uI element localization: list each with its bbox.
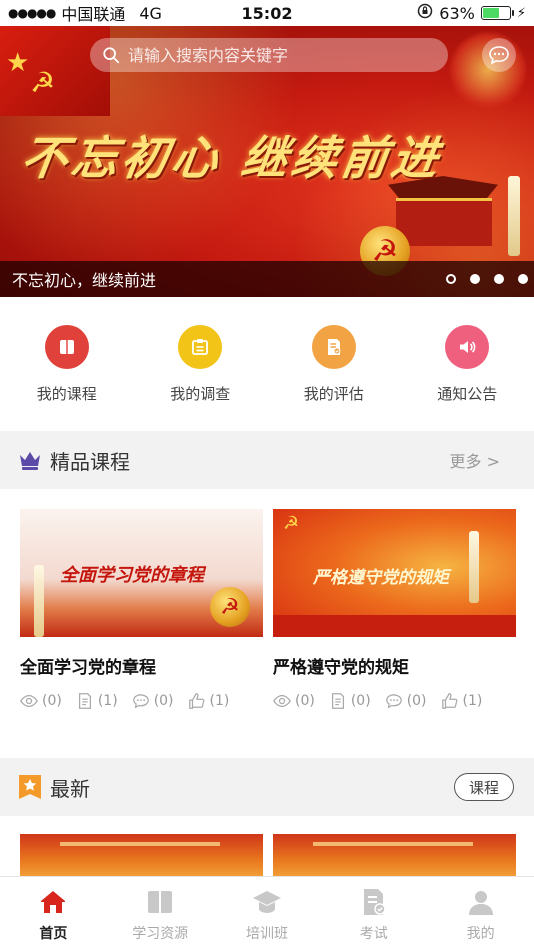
note-count-value: (0) bbox=[350, 693, 371, 709]
tab-label: 首页 bbox=[39, 926, 68, 942]
hammer-sickle-icon: ☭ bbox=[30, 66, 56, 99]
featured-section-header: 精品课程 更多 > bbox=[0, 431, 534, 489]
note-count-value: (1) bbox=[97, 693, 118, 709]
status-right: 63% ⚡ bbox=[417, 3, 526, 23]
book-icon bbox=[44, 325, 89, 369]
course-card[interactable]: 全面学习党的章程 ☭ 全面学习党的章程 (0) (1) (0) (1) bbox=[20, 509, 263, 710]
orientation-lock-icon bbox=[417, 3, 433, 23]
tab-label: 学习资源 bbox=[132, 926, 189, 942]
message-button[interactable] bbox=[482, 38, 516, 72]
carousel-dot[interactable] bbox=[518, 274, 528, 284]
carousel-dot[interactable] bbox=[446, 274, 456, 284]
latest-section-header: 最新 课程 bbox=[0, 758, 534, 816]
party-emblem-badge: ☭ bbox=[210, 587, 250, 627]
like-count-value: (1) bbox=[209, 693, 230, 709]
note-count: (1) bbox=[76, 692, 118, 710]
section-title: 最新 bbox=[50, 776, 90, 801]
thumbnail-title: 全面学习党的章程 bbox=[60, 565, 204, 586]
like-count: (1) bbox=[188, 692, 230, 710]
carousel-dot[interactable] bbox=[494, 274, 504, 284]
course-card[interactable]: ☭ 严格遵守党的规矩 严格遵守党的规矩 (0) (0) (0) (1) bbox=[273, 509, 516, 710]
thumbs-up-icon bbox=[441, 693, 457, 709]
quick-label: 我的课程 bbox=[36, 385, 97, 403]
speaker-icon bbox=[445, 325, 490, 369]
battery-icon bbox=[480, 6, 514, 20]
comment-count: (0) bbox=[385, 692, 427, 710]
category-filter-button[interactable]: 课程 bbox=[453, 773, 514, 801]
course-title: 全面学习党的章程 bbox=[20, 658, 156, 678]
assessment-icon bbox=[311, 325, 356, 369]
note-count: (0) bbox=[329, 692, 371, 710]
chat-bubble-icon bbox=[489, 46, 509, 65]
tab-exam[interactable]: 考试 bbox=[320, 877, 427, 950]
note-icon bbox=[331, 693, 344, 709]
tab-label: 考试 bbox=[359, 926, 388, 942]
comment-count: (0) bbox=[132, 692, 174, 710]
carousel-dot[interactable] bbox=[470, 274, 480, 284]
course-title: 严格遵守党的规矩 bbox=[273, 658, 409, 678]
view-count: (0) bbox=[273, 692, 315, 710]
clipboard-icon bbox=[178, 325, 223, 369]
eye-icon bbox=[273, 694, 291, 708]
like-count: (1) bbox=[441, 692, 483, 710]
tab-home[interactable]: 首页 bbox=[0, 877, 107, 950]
note-icon bbox=[78, 693, 91, 709]
graduation-cap-icon bbox=[252, 891, 281, 913]
latest-course-thumbnail[interactable] bbox=[20, 834, 263, 878]
carousel-indicators[interactable] bbox=[446, 274, 528, 284]
tab-learning-resources[interactable]: 学习资源 bbox=[107, 877, 214, 950]
tab-label: 我的 bbox=[466, 926, 495, 942]
quick-label: 我的调查 bbox=[170, 385, 231, 403]
view-count-value: (0) bbox=[42, 693, 62, 709]
star-badge-icon bbox=[19, 775, 41, 799]
tab-training[interactable]: 培训班 bbox=[214, 877, 321, 950]
tab-label: 培训班 bbox=[245, 926, 288, 942]
hammer-sickle-icon: ☭ bbox=[283, 513, 300, 534]
quick-item-my-courses[interactable]: 我的课程 bbox=[0, 297, 134, 431]
quick-item-my-assessments[interactable]: 我的评估 bbox=[267, 297, 401, 431]
banner-carousel[interactable]: ★ ☭ 不忘初心 继续前进 ☭ 不忘初心，继续前进 bbox=[0, 26, 534, 297]
quick-label: 通知公告 bbox=[437, 385, 498, 403]
quick-menu: 我的课程 我的调查 我的评估 通知公告 bbox=[0, 297, 534, 431]
thumbnail-title: 严格遵守党的规矩 bbox=[313, 568, 449, 588]
banner-caption-bar: 不忘初心，继续前进 bbox=[0, 261, 534, 297]
view-count-value: (0) bbox=[295, 693, 315, 709]
latest-course-thumbnail[interactable] bbox=[273, 834, 516, 878]
banner-slogan: 不忘初心 继续前进 bbox=[17, 131, 446, 185]
book-open-icon bbox=[148, 891, 173, 913]
course-thumbnail: 全面学习党的章程 ☭ bbox=[20, 509, 263, 637]
star-icon: ★ bbox=[6, 48, 30, 78]
bottom-tab-bar: 首页 学习资源 培训班 考试 我的 bbox=[0, 876, 534, 950]
comment-icon bbox=[132, 694, 149, 709]
eye-icon bbox=[20, 694, 38, 708]
search-bar[interactable] bbox=[90, 38, 448, 72]
crown-icon bbox=[20, 452, 40, 470]
quick-item-announcements[interactable]: 通知公告 bbox=[401, 297, 534, 431]
exam-icon bbox=[363, 889, 386, 915]
home-icon bbox=[41, 891, 66, 913]
banner-caption: 不忘初心，继续前进 bbox=[12, 271, 157, 290]
tab-me[interactable]: 我的 bbox=[427, 877, 534, 950]
thumbs-up-icon bbox=[188, 693, 204, 709]
search-icon bbox=[103, 47, 120, 64]
user-icon bbox=[468, 891, 493, 915]
search-input[interactable] bbox=[128, 45, 428, 65]
course-thumbnail: ☭ 严格遵守党的规矩 bbox=[273, 509, 516, 637]
comment-count-value: (0) bbox=[406, 693, 427, 709]
charging-icon: ⚡ bbox=[516, 5, 526, 21]
like-count-value: (1) bbox=[462, 693, 483, 709]
course-stats: (0) (0) (0) (1) bbox=[273, 692, 516, 710]
quick-label: 我的评估 bbox=[303, 385, 364, 403]
status-bar: ●●●●● 中国联通 4G 15:02 63% ⚡ bbox=[0, 0, 534, 26]
comment-icon bbox=[385, 694, 402, 709]
more-link[interactable]: 更多 > bbox=[450, 448, 501, 472]
view-count: (0) bbox=[20, 692, 62, 710]
section-title: 精品课程 bbox=[50, 449, 130, 474]
tiananmen-illustration bbox=[388, 176, 534, 256]
comment-count-value: (0) bbox=[153, 693, 174, 709]
course-stats: (0) (1) (0) (1) bbox=[20, 692, 263, 710]
battery-percent: 63% bbox=[439, 3, 475, 23]
quick-item-my-surveys[interactable]: 我的调查 bbox=[134, 297, 268, 431]
